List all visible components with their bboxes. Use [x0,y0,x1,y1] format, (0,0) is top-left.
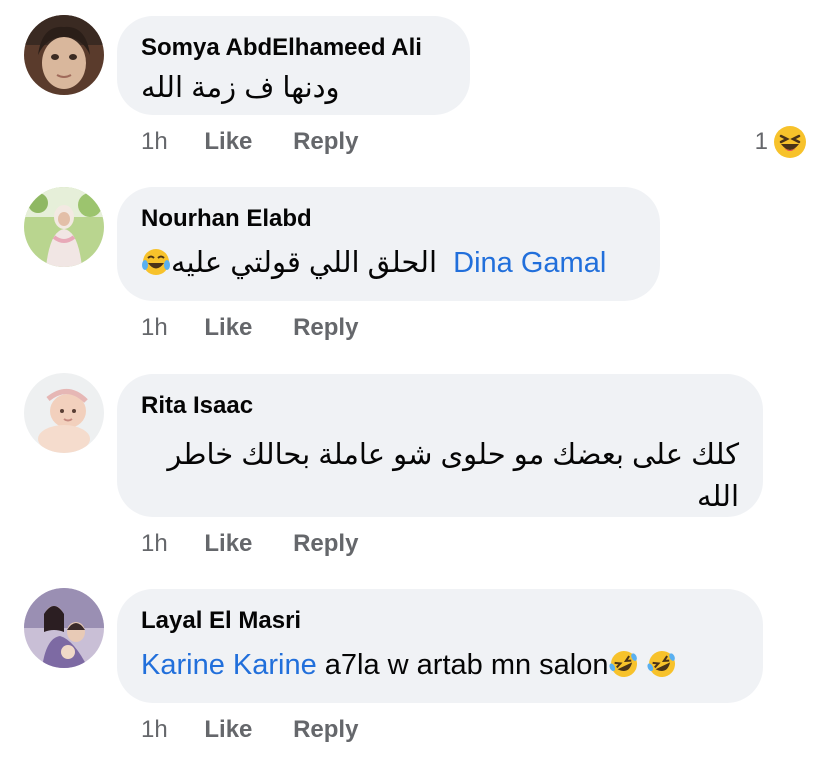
comment-bubble: Layal El Masri Karine Karine a7la w arta… [117,589,763,703]
reply-button[interactable]: Reply [293,530,358,558]
rolling-on-floor-laughing-emoji-icon [647,651,675,677]
reply-button[interactable]: Reply [293,128,358,156]
avatar-photo [24,588,104,668]
avatar[interactable] [24,588,104,668]
mention-link[interactable]: Karine Karine [141,649,317,681]
comment-text: a7la w artab mn salon [324,649,609,681]
comment-bubble: Nourhan Elabd الحلق اللي قولتي عليه Dina… [117,187,660,301]
like-button[interactable]: Like [204,128,252,156]
comment-actions: 1h Like Reply [141,128,358,156]
comment-actions: 1h Like Reply [141,716,358,744]
comment-bubble: Somya AbdElhameed Ali ودنها ف زمة الله [117,16,470,115]
comment-actions: 1h Like Reply [141,314,358,342]
like-button[interactable]: Like [204,530,252,558]
reply-button[interactable]: Reply [293,314,358,342]
comment-timestamp[interactable]: 1h [141,716,168,744]
tears-of-joy-emoji-icon [142,249,170,275]
mention-link[interactable]: Dina Gamal [453,247,606,279]
comment-text-row: Karine Karine a7la w artab mn salon [141,645,739,685]
reaction-count: 1 [754,128,768,155]
comment-timestamp[interactable]: 1h [141,128,168,156]
comment-author[interactable]: Layal El Masri [141,607,739,635]
avatar-photo [24,187,104,267]
comment-author[interactable]: Somya AbdElhameed Ali [141,34,446,62]
comment-bubble: Rita Isaac كلك على بعضك مو حلوى شو عاملة… [117,374,763,517]
avatar-photo [24,15,104,95]
comment-text-row: الحلق اللي قولتي عليه Dina Gamal [141,243,636,283]
like-button[interactable]: Like [204,716,252,744]
comment-actions: 1h Like Reply [141,530,358,558]
like-button[interactable]: Like [204,314,252,342]
comment-text: الحلق اللي قولتي عليه [171,247,438,279]
comment-timestamp[interactable]: 1h [141,314,168,342]
rolling-on-floor-laughing-emoji-icon [608,651,637,677]
avatar[interactable] [24,373,104,453]
reply-button[interactable]: Reply [293,716,358,744]
avatar[interactable] [24,187,104,267]
comment-text: ودنها ف زمة الله [141,72,340,104]
avatar-photo [24,373,104,453]
laughing-squint-emoji-icon [774,126,806,158]
avatar[interactable] [24,15,104,95]
comment-author[interactable]: Nourhan Elabd [141,205,636,233]
reaction-summary[interactable]: 1 [755,124,808,160]
comment-text: كلك على بعضك مو حلوى شو عاملة بحالك خاطر… [167,439,739,513]
comment-author[interactable]: Rita Isaac [141,392,739,420]
comment-timestamp[interactable]: 1h [141,530,168,558]
